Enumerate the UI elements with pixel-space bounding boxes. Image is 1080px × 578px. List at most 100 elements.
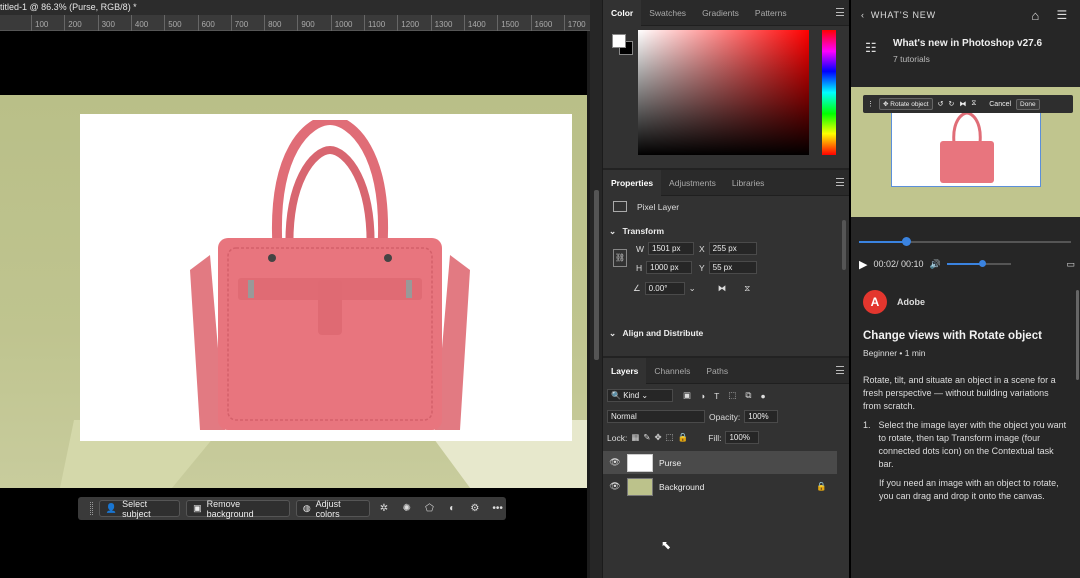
video-canvas: [891, 107, 1041, 187]
lock-brush-icon[interactable]: ✎: [643, 432, 650, 443]
layer-row-purse[interactable]: 👁 Purse: [603, 451, 837, 474]
filter-shape-icon[interactable]: ⬚: [728, 390, 736, 401]
flip-horizontal-icon[interactable]: ⧓: [959, 100, 966, 108]
ruler-tick-label: 400: [130, 15, 148, 31]
rotate-object-button[interactable]: ✥ Rotate object: [879, 98, 933, 110]
ruler-tick-label: 1000: [330, 15, 352, 31]
list-icon: ☷: [865, 40, 877, 55]
y-field[interactable]: 55 px: [708, 261, 757, 274]
filter-smart-object-icon[interactable]: ⧉: [745, 390, 751, 401]
tab-libraries[interactable]: Libraries: [724, 170, 773, 196]
foreground-color-swatch[interactable]: [612, 34, 626, 48]
lock-transparent-icon[interactable]: ▦: [631, 432, 639, 443]
lock-all-icon[interactable]: 🔒: [678, 432, 689, 443]
back-icon[interactable]: ‹: [861, 10, 865, 20]
adjust-colors-button[interactable]: ◍ Adjust colors: [295, 498, 370, 519]
width-label: W: [636, 243, 645, 254]
visibility-eye-icon[interactable]: 👁: [603, 481, 627, 492]
video-progress-bar[interactable]: [859, 237, 1071, 246]
tab-paths[interactable]: Paths: [698, 358, 736, 384]
redo-icon[interactable]: ↻: [948, 100, 954, 108]
document-tab[interactable]: titled-1 @ 86.3% (Purse, RGB/8) *: [0, 0, 590, 15]
hue-slider[interactable]: [822, 30, 836, 155]
video-progress-knob[interactable]: [901, 237, 911, 246]
flip-vertical-icon[interactable]: ⧖: [971, 100, 976, 108]
drag-handle-icon: ⋮: [867, 101, 874, 108]
adjust-colors-label: Adjust colors: [315, 498, 341, 519]
layer-row-background[interactable]: 👁 Background 🔒: [603, 475, 837, 498]
mask-icon[interactable]: ⚙: [467, 503, 484, 514]
volume-slider[interactable]: [946, 260, 1011, 267]
flip-horizontal-icon[interactable]: ⧓: [718, 283, 727, 294]
volume-knob[interactable]: [978, 260, 986, 267]
menu-icon[interactable]: ☰: [1056, 8, 1068, 22]
tab-properties[interactable]: Properties: [603, 169, 662, 196]
filter-type-icon[interactable]: T: [714, 391, 719, 401]
more-options-icon[interactable]: •••: [489, 503, 506, 514]
flip-vertical-icon[interactable]: ⧖: [744, 283, 750, 294]
cancel-button[interactable]: Cancel: [989, 101, 1011, 108]
tab-swatches[interactable]: Swatches: [641, 0, 694, 26]
panel-menu-icon[interactable]: [836, 8, 844, 16]
height-field[interactable]: 1000 px: [646, 261, 693, 274]
kind-filter-select[interactable]: 🔍 Kind ⌄: [607, 389, 673, 402]
adobe-logo-icon: A: [863, 290, 887, 314]
panel-menu-icon[interactable]: [836, 178, 844, 186]
x-row: X 255 px: [699, 242, 757, 255]
document-area: titled-1 @ 86.3% (Purse, RGB/8) * 100 200…: [0, 0, 590, 578]
blend-mode-select[interactable]: Normal: [607, 410, 705, 423]
visibility-eye-icon[interactable]: 👁: [603, 457, 627, 468]
kind-filter-label: Kind: [623, 391, 640, 400]
lock-artboard-icon[interactable]: ⬚: [666, 432, 674, 443]
tab-layers[interactable]: Layers: [603, 357, 647, 384]
dock-scrollbar[interactable]: [594, 190, 599, 360]
tab-adjustments[interactable]: Adjustments: [661, 170, 724, 196]
lock-move-icon[interactable]: ✥: [654, 432, 661, 443]
undo-icon[interactable]: ↺: [938, 100, 944, 108]
angle-field[interactable]: 0.00°: [644, 282, 685, 295]
help-scrollbar[interactable]: [1076, 290, 1079, 380]
tutorial-step: 1. Select the image layer with the objec…: [863, 419, 1068, 471]
done-button[interactable]: Done: [1016, 98, 1040, 110]
fill-field[interactable]: 100%: [725, 431, 760, 444]
tab-gradients[interactable]: Gradients: [694, 0, 747, 26]
contrast-icon[interactable]: ◐: [444, 503, 461, 514]
ruler-tick-label: 300: [97, 15, 115, 31]
generative-fill-icon[interactable]: ✲: [376, 503, 393, 514]
transform-section-title[interactable]: ⌄ Transform: [609, 226, 664, 237]
author-row: A Adobe: [863, 290, 1068, 314]
panel-menu-icon[interactable]: [836, 366, 844, 374]
home-icon[interactable]: ⌂: [1031, 8, 1040, 23]
tutorial-video[interactable]: ⋮ ✥ Rotate object ↺ ↻ ⧓ ⧖ Cancel Done: [851, 87, 1080, 217]
height-row: H 1000 px: [636, 261, 693, 274]
link-dimensions-icon[interactable]: ⛓: [613, 249, 627, 267]
select-subject-button[interactable]: 👤 Select subject: [98, 498, 181, 519]
chevron-down-icon[interactable]: ⌄: [689, 283, 696, 294]
filter-toggle-icon[interactable]: ●: [760, 391, 765, 401]
tab-patterns[interactable]: Patterns: [747, 0, 795, 26]
magic-icon[interactable]: ✺: [398, 503, 415, 514]
remove-background-label: Remove background: [206, 498, 254, 519]
width-field[interactable]: 1501 px: [648, 242, 695, 255]
select-subject-label: Select subject: [122, 498, 151, 519]
transform-image-icon[interactable]: ⬠: [421, 503, 438, 514]
play-icon[interactable]: ▶: [859, 258, 867, 271]
tab-color[interactable]: Color: [603, 0, 642, 26]
video-contextual-toolbar: ⋮ ✥ Rotate object ↺ ↻ ⧓ ⧖ Cancel Done: [863, 95, 1073, 113]
filter-pixel-icon[interactable]: ▣: [683, 390, 691, 401]
drag-handle-icon[interactable]: [90, 502, 93, 515]
purse-image[interactable]: [190, 120, 470, 435]
picture-in-picture-icon[interactable]: ▭: [1066, 259, 1075, 270]
properties-scrollbar[interactable]: [842, 220, 846, 270]
volume-icon[interactable]: 🔊: [930, 259, 941, 270]
remove-background-button[interactable]: ▣ Remove background: [186, 498, 290, 519]
color-picker-field[interactable]: [638, 30, 809, 155]
layer-type-label: Pixel Layer: [637, 201, 680, 212]
align-distribute-section-title[interactable]: ⌄ Align and Distribute: [609, 328, 703, 339]
y-row: Y 55 px: [699, 261, 757, 274]
video-time: 00:02/ 00:10: [873, 259, 924, 269]
filter-adjustment-icon[interactable]: ◑: [700, 391, 705, 401]
opacity-field[interactable]: 100%: [744, 410, 779, 423]
x-field[interactable]: 255 px: [708, 242, 757, 255]
tab-channels[interactable]: Channels: [646, 358, 698, 384]
